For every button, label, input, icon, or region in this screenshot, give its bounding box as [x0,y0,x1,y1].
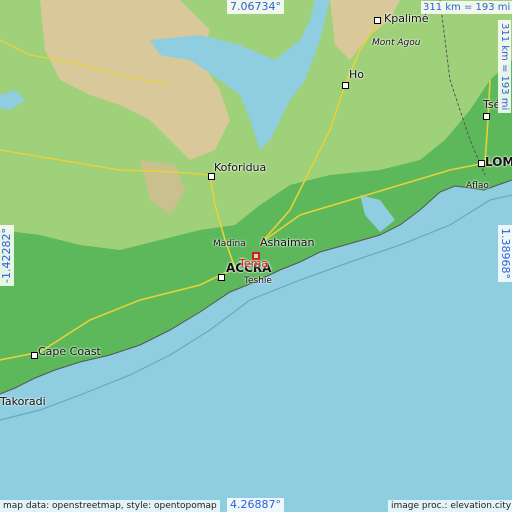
place-koforidua[interactable]: Koforidua [214,162,266,174]
coord-right: 1.38968° [498,225,512,282]
place-tema[interactable]: Tema [239,258,268,270]
place-mont-agou[interactable]: Mont Agou [372,37,420,49]
credit-image-proc: image proc.: elevation.city [388,500,512,512]
place-cape-coast[interactable]: Cape Coast [38,346,101,358]
place-ho[interactable]: Ho [349,69,364,81]
place-takoradi[interactable]: Takoradi [0,396,46,408]
lome-marker [478,160,485,167]
elevation-map[interactable]: Kpalimé Mont Agou Ho Tsév LOM Aflao Kofo… [0,0,512,512]
ho-marker [342,82,349,89]
tsevie-marker [483,113,490,120]
coord-bottom: 4.26887° [227,498,284,512]
scale-horizontal: 311 km = 193 mi [421,1,512,14]
place-kpalime[interactable]: Kpalimé [384,13,429,25]
place-madina[interactable]: Madina [213,238,246,250]
cape-coast-marker [31,352,38,359]
coord-top: 7.06734° [227,0,284,14]
place-ashaiman[interactable]: Ashaiman [260,237,314,249]
credit-map-data: map data: openstreetmap, style: opentopo… [0,500,220,512]
kpalime-marker [374,17,381,24]
place-aflao[interactable]: Aflao [466,180,489,192]
place-lome[interactable]: LOM [485,156,512,168]
coord-left: -1.42282° [0,225,14,286]
place-teshie[interactable]: Teshie [244,275,272,287]
scale-vertical: 311 km = 193 mi [498,20,511,114]
accra-marker [218,274,225,281]
koforidua-marker [208,173,215,180]
